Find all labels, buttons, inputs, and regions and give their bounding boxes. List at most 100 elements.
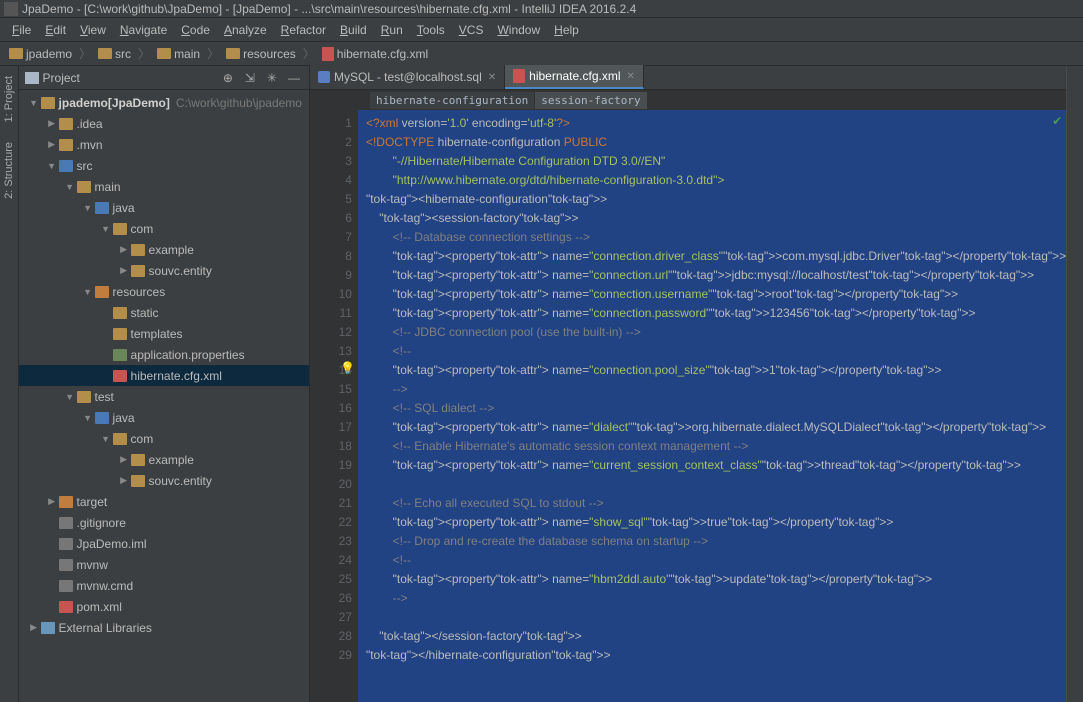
tree-node-hibernate.cfg.xml[interactable]: hibernate.cfg.xml [19,365,309,386]
code-line[interactable]: "tok-tag"><property"tok-attr"> name="dia… [366,418,1066,437]
code-line[interactable]: "tok-tag"><property"tok-attr"> name="hbm… [366,570,1066,589]
tree-node-target[interactable]: ▶target [19,491,309,512]
tree-node-souvc.entity[interactable]: ▶souvc.entity [19,260,309,281]
menu-refactor[interactable]: Refactor [275,21,332,39]
tree-node-resources[interactable]: ▼resources [19,281,309,302]
code-line[interactable]: "tok-tag"><hibernate-configuration"tok-t… [366,190,1066,209]
menu-build[interactable]: Build [334,21,373,39]
tree-node-templates[interactable]: templates [19,323,309,344]
editor-tab[interactable]: MySQL - test@localhost.sql✕ [310,65,505,89]
expander-icon[interactable]: ▼ [83,287,93,297]
expander-icon[interactable]: ▼ [101,224,111,234]
code-area[interactable]: <?xml version='1.0' encoding='utf-8'?><!… [358,110,1066,702]
code-line[interactable]: "tok-tag"><property"tok-attr"> name="con… [366,361,1066,380]
code-line[interactable]: "tok-tag"><property"tok-attr"> name="con… [366,266,1066,285]
tree-node-example[interactable]: ▶example [19,449,309,470]
menu-run[interactable]: Run [375,21,409,39]
expander-icon[interactable]: ▼ [101,434,111,444]
code-line[interactable]: "tok-tag"><property"tok-attr"> name="cur… [366,456,1066,475]
hide-icon[interactable]: — [285,69,303,87]
tree-node-mvnw.cmd[interactable]: mvnw.cmd [19,575,309,596]
code-line[interactable]: <!-- Enable Hibernate's automatic sessio… [366,437,1066,456]
tree-node-test[interactable]: ▼test [19,386,309,407]
code-line[interactable]: "tok-tag"><property"tok-attr"> name="con… [366,247,1066,266]
code-line[interactable]: "http://www.hibernate.org/dtd/hibernate-… [366,171,1066,190]
code-line[interactable] [366,608,1066,627]
expander-icon[interactable]: ▼ [47,161,57,171]
menu-tools[interactable]: Tools [411,21,451,39]
breadcrumb-main[interactable]: main [154,46,203,62]
tree-node-.gitignore[interactable]: .gitignore [19,512,309,533]
close-icon[interactable]: ✕ [627,71,635,82]
menu-window[interactable]: Window [491,21,546,39]
code-line[interactable]: "tok-tag"></hibernate-configuration"tok-… [366,646,1066,665]
code-line[interactable]: "tok-tag"></session-factory"tok-tag">> [366,627,1066,646]
expander-icon[interactable]: ▶ [47,118,57,129]
breadcrumb-jpademo[interactable]: jpademo [6,46,75,62]
expander-icon[interactable]: ▶ [119,454,129,465]
intention-bulb-icon[interactable]: 💡 [340,361,355,375]
gutter-tab[interactable]: 2: Structure [1,136,17,205]
code-line[interactable]: <?xml version='1.0' encoding='utf-8'?> [366,114,1066,133]
tree-node-src[interactable]: ▼src [19,155,309,176]
breadcrumb-hibernate.cfg.xml[interactable]: hibernate.cfg.xml [319,46,431,62]
expander-icon[interactable]: ▼ [83,203,93,213]
expander-icon[interactable]: ▶ [119,265,129,276]
code-line[interactable]: "tok-tag"><property"tok-attr"> name="sho… [366,513,1066,532]
code-line[interactable]: "-//Hibernate/Hibernate Configuration DT… [366,152,1066,171]
expander-icon[interactable]: ▼ [65,182,75,192]
expander-icon[interactable]: ▼ [83,413,93,423]
tree-node-JpaDemo.iml[interactable]: JpaDemo.iml [19,533,309,554]
collapse-icon[interactable]: ⇲ [241,69,259,87]
code-line[interactable]: <!-- Drop and re-create the database sch… [366,532,1066,551]
tree-node-pom.xml[interactable]: pom.xml [19,596,309,617]
tree-node-.idea[interactable]: ▶.idea [19,113,309,134]
code-line[interactable]: "tok-tag"><property"tok-attr"> name="con… [366,285,1066,304]
menu-view[interactable]: View [74,21,112,39]
tree-node-static[interactable]: static [19,302,309,323]
expander-icon[interactable]: ▶ [119,475,129,486]
code-line[interactable]: "tok-tag"><property"tok-attr"> name="con… [366,304,1066,323]
menu-file[interactable]: File [6,21,37,39]
code-line[interactable]: "tok-tag"><session-factory"tok-tag">> [366,209,1066,228]
code-line[interactable]: --> [366,380,1066,399]
code-line[interactable]: <!DOCTYPE hibernate-configuration PUBLIC [366,133,1066,152]
code-line[interactable]: <!-- [366,551,1066,570]
menu-analyze[interactable]: Analyze [218,21,273,39]
tree-node-souvc.entity[interactable]: ▶souvc.entity [19,470,309,491]
project-tree[interactable]: ▼jpademo [JpaDemo]C:\work\github\jpademo… [19,90,309,702]
close-icon[interactable]: ✕ [488,72,496,83]
code-line[interactable]: <!-- JDBC connection pool (use the built… [366,323,1066,342]
breadcrumb-resources[interactable]: resources [223,46,299,62]
menu-navigate[interactable]: Navigate [114,21,173,39]
tree-node-.mvn[interactable]: ▶.mvn [19,134,309,155]
menu-vcs[interactable]: VCS [453,21,490,39]
tree-node-com[interactable]: ▼com [19,218,309,239]
menu-help[interactable]: Help [548,21,585,39]
code-line[interactable]: <!-- SQL dialect --> [366,399,1066,418]
menu-code[interactable]: Code [175,21,216,39]
editor-crumb[interactable]: hibernate-configuration [370,92,534,109]
tree-node-application.properties[interactable]: application.properties [19,344,309,365]
code-line[interactable]: <!-- Database connection settings --> [366,228,1066,247]
breadcrumb-src[interactable]: src [95,46,134,62]
code-line[interactable]: <!-- [366,342,1066,361]
tree-node-jpademo[interactable]: ▼jpademo [JpaDemo]C:\work\github\jpademo [19,92,309,113]
gutter-tab[interactable]: 1: Project [1,70,17,128]
menu-edit[interactable]: Edit [39,21,72,39]
expander-icon[interactable]: ▶ [47,139,57,150]
code-line[interactable]: <!-- Echo all executed SQL to stdout --> [366,494,1066,513]
tree-node-java[interactable]: ▼java [19,407,309,428]
tree-node-External Libraries[interactable]: ▶External Libraries [19,617,309,638]
code-line[interactable]: --> [366,589,1066,608]
code-line[interactable] [366,475,1066,494]
editor-tab[interactable]: hibernate.cfg.xml✕ [505,65,644,89]
locate-icon[interactable]: ⊕ [219,69,237,87]
tree-node-example[interactable]: ▶example [19,239,309,260]
expander-icon[interactable]: ▼ [65,392,75,402]
tree-node-mvnw[interactable]: mvnw [19,554,309,575]
tree-node-main[interactable]: ▼main [19,176,309,197]
editor-crumb[interactable]: session-factory [535,92,646,109]
tree-node-com[interactable]: ▼com [19,428,309,449]
settings-icon[interactable]: ✳ [263,69,281,87]
